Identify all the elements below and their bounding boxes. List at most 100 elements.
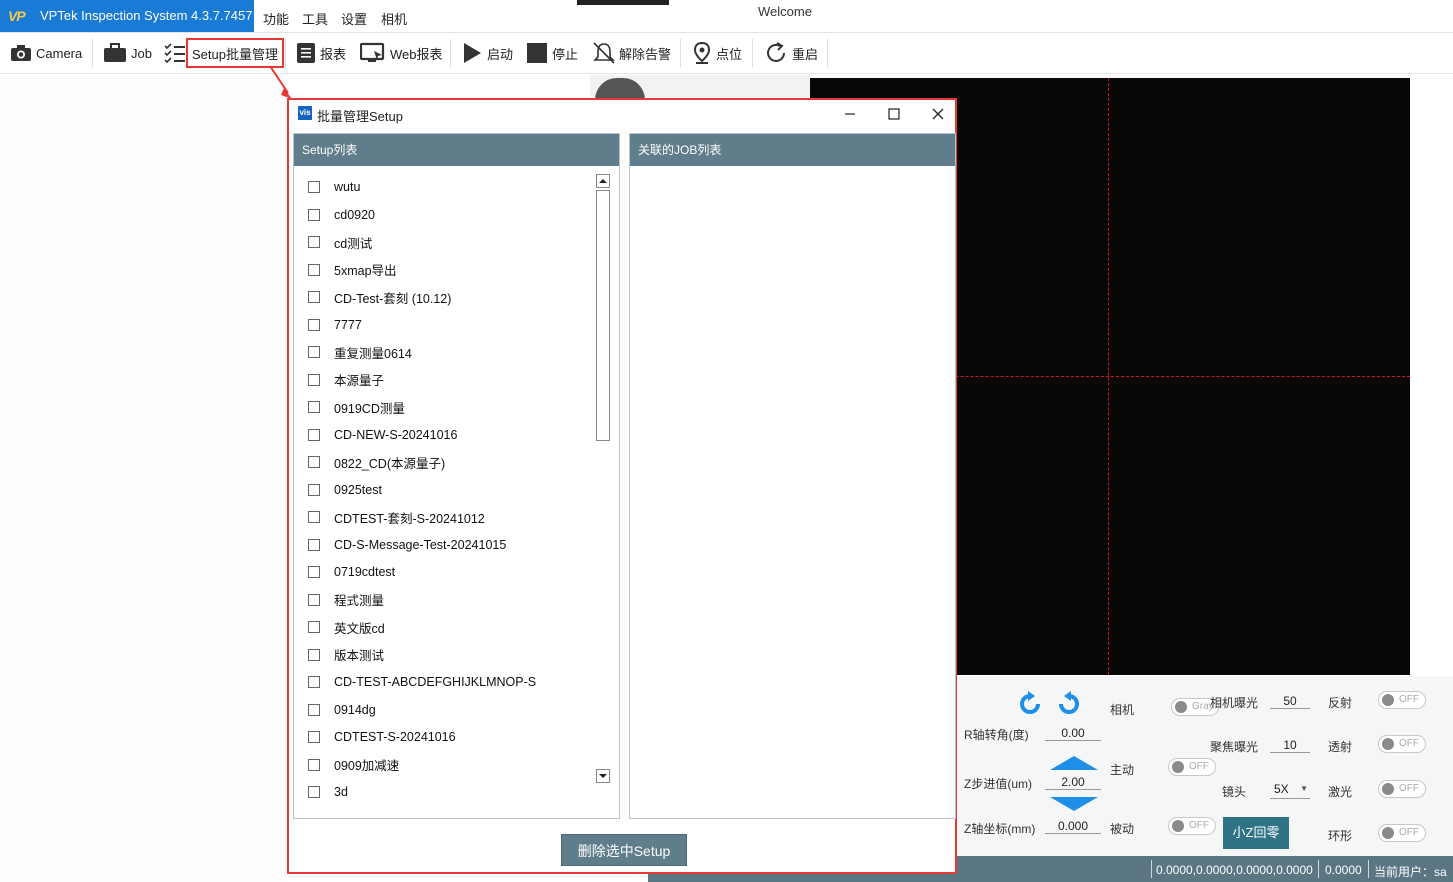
setup-list-item[interactable]: 本源量子: [308, 370, 384, 390]
passive-toggle[interactable]: OFF: [1168, 817, 1216, 835]
setup-list-item[interactable]: wutu: [308, 177, 360, 197]
setup-checkbox[interactable]: [308, 593, 320, 606]
setup-checkbox[interactable]: [308, 511, 320, 523]
menu-settings[interactable]: 设置: [341, 9, 367, 28]
stop-button[interactable]: 停止: [526, 39, 578, 67]
setup-list-item[interactable]: 0925test: [308, 480, 382, 500]
point-button[interactable]: 点位: [692, 39, 742, 67]
r-rotation-label: R轴转角(度): [964, 728, 1029, 742]
setup-item-label: 0914dg: [334, 702, 376, 717]
setup-checkbox[interactable]: [308, 621, 320, 633]
setup-checkbox[interactable]: [308, 648, 320, 661]
camera-exposure-input[interactable]: 50: [1270, 694, 1310, 709]
z-coord-input[interactable]: 0.000: [1045, 819, 1101, 834]
setup-checkbox[interactable]: [308, 373, 320, 386]
setup-checkbox[interactable]: [308, 346, 320, 358]
setup-list-item[interactable]: 0914dg: [308, 700, 376, 720]
setup-list-item[interactable]: CDTEST-S-20241016: [308, 727, 456, 747]
lens-select[interactable]: 5X ▼: [1270, 782, 1310, 799]
setup-list-item[interactable]: CD-TEST-ABCDEFGHIJKLMNOP-S: [308, 672, 536, 692]
setup-checkbox[interactable]: [308, 786, 320, 798]
menu-function[interactable]: 功能: [263, 9, 289, 28]
setup-list-header: Setup列表: [294, 134, 619, 166]
scroll-track[interactable]: [596, 190, 610, 767]
bell-off-icon: [593, 42, 615, 64]
maximize-icon[interactable]: [879, 104, 909, 124]
setup-list-item[interactable]: 3d: [308, 782, 348, 802]
web-report-button-label: Web报表: [390, 46, 443, 62]
setup-checkbox[interactable]: [308, 181, 320, 193]
r-rotation-input[interactable]: 0.00: [1045, 726, 1101, 741]
setup-checkbox[interactable]: [308, 538, 320, 551]
setup-list-item[interactable]: CD-Test-套刻 (10.12): [308, 287, 451, 307]
focus-exposure-input[interactable]: 10: [1270, 738, 1310, 753]
setup-checkbox[interactable]: [308, 731, 320, 743]
dialog-title-bar[interactable]: vis 批量管理Setup: [289, 100, 955, 128]
start-button[interactable]: 启动: [461, 39, 513, 67]
z-step-input[interactable]: 2.00: [1045, 775, 1101, 790]
setup-checkbox[interactable]: [308, 291, 320, 303]
scroll-down-button[interactable]: [596, 769, 610, 783]
report-button[interactable]: 报表: [296, 39, 346, 67]
ring-toggle[interactable]: OFF: [1378, 824, 1426, 842]
z-zero-button[interactable]: 小Z回零: [1223, 817, 1289, 849]
setup-list-item[interactable]: CD-S-Message-Test-20241015: [308, 535, 506, 555]
restart-button[interactable]: 重启: [764, 39, 818, 67]
reflect-toggle[interactable]: OFF: [1378, 691, 1426, 709]
setup-batch-button[interactable]: Setup批量管理: [186, 38, 284, 68]
setup-checkbox[interactable]: [308, 318, 320, 331]
setup-list-item[interactable]: 英文版cd: [308, 617, 385, 637]
setup-list-item[interactable]: 5xmap导出: [308, 260, 397, 280]
web-report-button[interactable]: Web报表: [360, 39, 443, 67]
setup-checkbox[interactable]: [308, 758, 320, 771]
setup-list-item[interactable]: 0919CD测量: [308, 397, 405, 417]
setup-checkbox[interactable]: [308, 401, 320, 413]
rotate-left-icon[interactable]: [1016, 690, 1044, 718]
minimize-icon[interactable]: [835, 104, 865, 124]
setup-list-item[interactable]: 版本测试: [308, 645, 384, 665]
setup-batch-button-label: Setup批量管理: [192, 46, 278, 62]
setup-list-item[interactable]: 0909加减速: [308, 755, 399, 775]
setup-item-label: 程式测量: [334, 594, 385, 608]
setup-list-item[interactable]: cd测试: [308, 232, 372, 252]
z-up-arrow-icon[interactable]: [1050, 756, 1098, 770]
setup-list-item[interactable]: 程式测量: [308, 590, 384, 610]
setup-list-item[interactable]: cd0920: [308, 205, 375, 225]
setup-list-item[interactable]: 0822_CD(本源量子): [308, 452, 445, 472]
setup-checkbox[interactable]: [308, 483, 320, 496]
setup-checkbox[interactable]: [308, 236, 320, 248]
setup-list-item[interactable]: 7777: [308, 315, 362, 335]
delete-selected-setup-button[interactable]: 删除选中Setup: [561, 834, 687, 866]
camera-button[interactable]: Camera: [10, 39, 82, 67]
job-button[interactable]: Job: [103, 39, 152, 67]
close-icon[interactable]: [923, 104, 953, 124]
rotate-right-icon[interactable]: [1055, 690, 1083, 718]
setup-list-item[interactable]: CD-NEW-S-20241016: [308, 425, 457, 445]
active-tab-indicator: [577, 0, 669, 5]
toolbar-divider: [285, 39, 286, 67]
setup-checkbox[interactable]: [308, 676, 320, 688]
setup-list-item[interactable]: CDTEST-套刻-S-20241012: [308, 507, 485, 527]
setup-checkbox[interactable]: [308, 456, 320, 468]
setup-checkbox[interactable]: [308, 208, 320, 221]
menu-camera[interactable]: 相机: [381, 9, 407, 28]
scroll-up-button[interactable]: [596, 174, 610, 188]
setup-item-label: wutu: [334, 180, 361, 194]
status-divider: [1151, 860, 1152, 878]
transmit-toggle[interactable]: OFF: [1378, 735, 1426, 753]
scroll-thumb[interactable]: [596, 190, 610, 441]
setup-checkbox[interactable]: [308, 428, 320, 441]
setup-checkbox[interactable]: [308, 703, 320, 716]
z-down-arrow-icon[interactable]: [1050, 797, 1098, 811]
toolbar-divider: [680, 39, 681, 67]
setup-list-item[interactable]: 重复测量0614: [308, 342, 412, 362]
setup-checkbox[interactable]: [308, 263, 320, 276]
laser-toggle[interactable]: OFF: [1378, 780, 1426, 798]
setup-list-item[interactable]: 0719cdtest: [308, 562, 395, 582]
active-toggle[interactable]: OFF: [1168, 758, 1216, 776]
focus-exposure-label: 聚焦曝光: [1210, 740, 1259, 754]
setup-list-scrollbar[interactable]: [596, 174, 610, 783]
menu-tools[interactable]: 工具: [302, 9, 328, 28]
clear-alarm-button[interactable]: 解除告警: [593, 39, 671, 67]
setup-checkbox[interactable]: [308, 566, 320, 578]
